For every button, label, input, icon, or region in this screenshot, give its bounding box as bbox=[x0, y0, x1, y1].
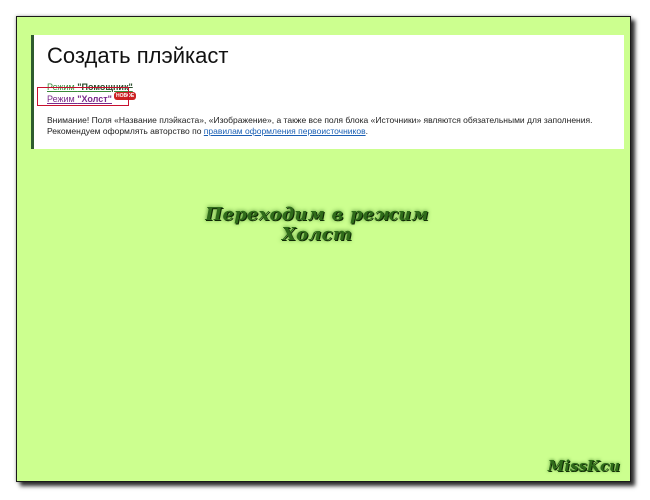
caption-text: Переходим в режим Холст bbox=[167, 205, 467, 245]
green-canvas: Создать плэйкаст Режим "Помощник" Режим … bbox=[16, 16, 631, 482]
highlight-box bbox=[37, 87, 129, 106]
caption-line2: Холст bbox=[281, 224, 353, 245]
sources-rules-link[interactable]: правилам оформления первоисточников bbox=[204, 126, 366, 136]
page-title: Создать плэйкаст bbox=[47, 43, 229, 68]
caption-line1: Переходим в режим bbox=[205, 204, 429, 225]
author-signature: MissKcu bbox=[547, 457, 620, 475]
notice-text: Внимание! Поля «Название плэйкаста», «Из… bbox=[47, 115, 622, 137]
notice-line1: Внимание! Поля «Название плэйкаста», «Из… bbox=[47, 115, 593, 125]
create-playcast-panel: Создать плэйкаст Режим "Помощник" Режим … bbox=[31, 35, 624, 149]
screenshot-frame: Создать плэйкаст Режим "Помощник" Режим … bbox=[0, 0, 650, 500]
notice-line2-suffix: . bbox=[365, 126, 368, 136]
notice-line2-prefix: Рекомендуем оформлять авторство по bbox=[47, 126, 204, 136]
